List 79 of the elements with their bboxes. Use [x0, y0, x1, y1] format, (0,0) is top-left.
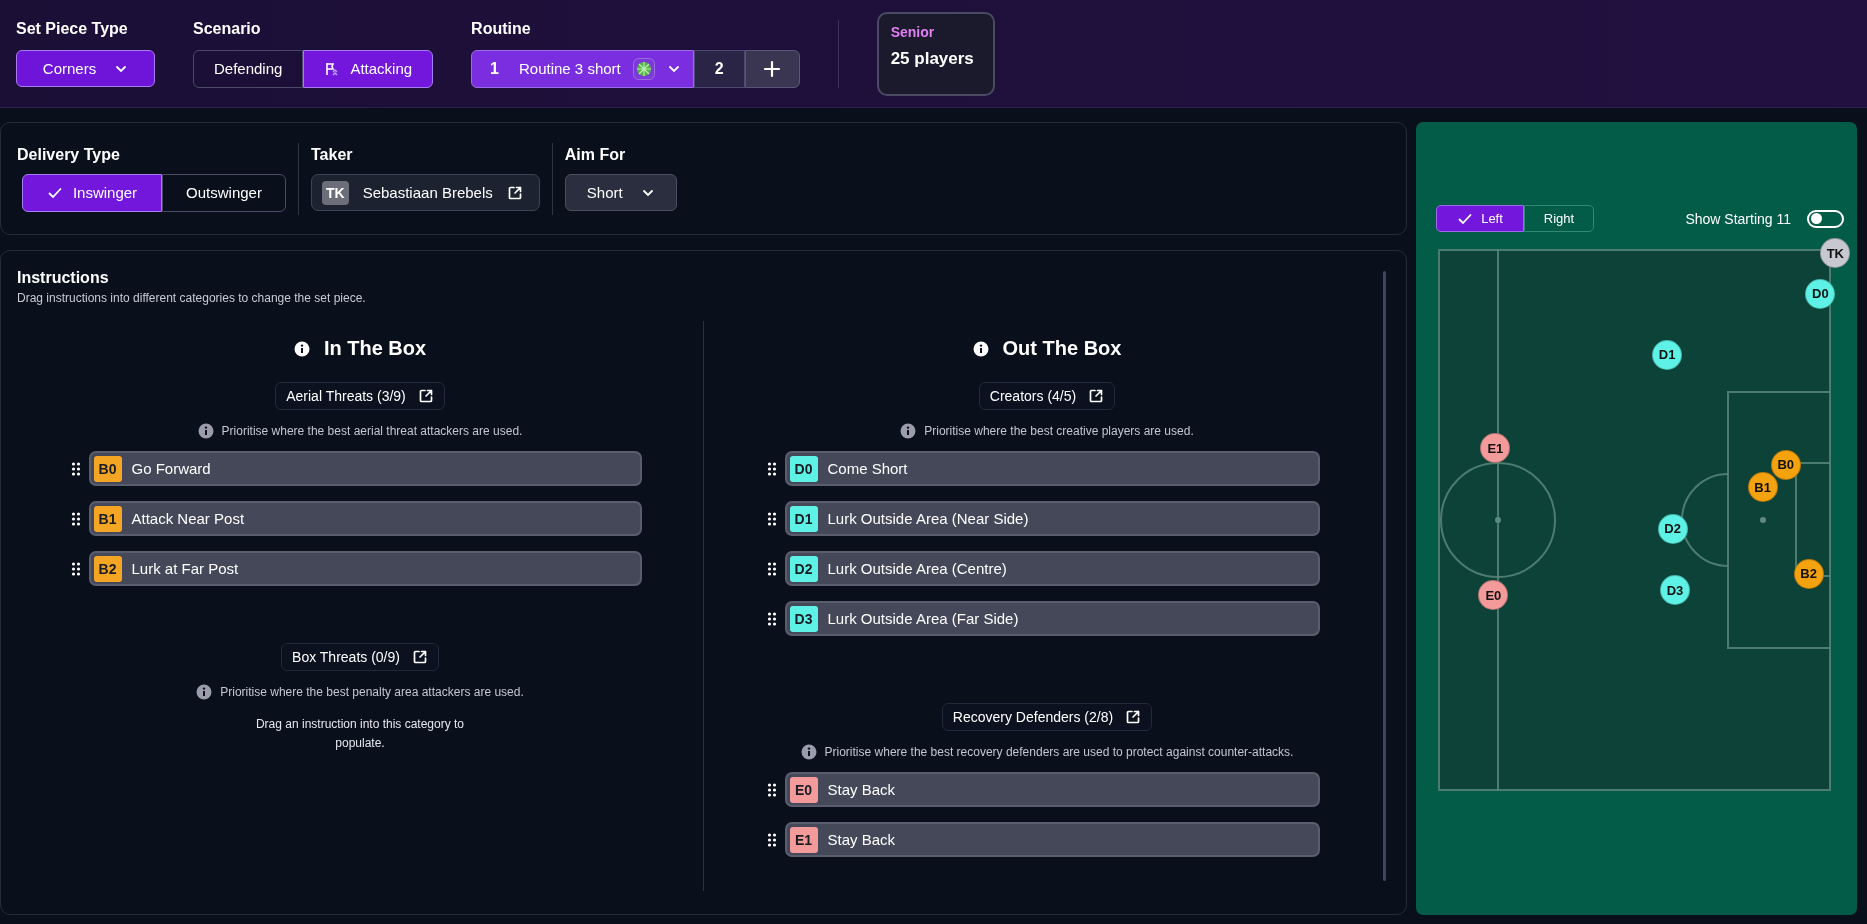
delivery-type-tab[interactable]: Outswinger: [162, 173, 286, 212]
info-icon: [972, 340, 989, 357]
instruction-item[interactable]: E1 Stay Back: [784, 822, 1320, 857]
instruction-item[interactable]: D0 Come Short: [784, 451, 1320, 486]
player-marker[interactable]: TK: [1820, 238, 1851, 269]
category-button[interactable]: Recovery Defenders (2/8): [941, 703, 1153, 731]
section-subtitle: Drag instructions into different categories to change the set piece.: [17, 291, 367, 305]
routine-tab[interactable]: 1 Routine 3 short: [471, 49, 694, 88]
column-title: Out The Box: [1002, 337, 1122, 360]
info-icon: [197, 423, 214, 439]
taker-field[interactable]: TK Sebastiaan Brebels: [311, 174, 540, 211]
drag-handle-icon: [766, 560, 777, 577]
player-tag: B2: [93, 555, 122, 582]
player-tag: B0: [93, 455, 122, 482]
external-link-icon: [1125, 709, 1142, 725]
squad-card[interactable]: Senior 25 players: [876, 11, 995, 96]
side-tab[interactable]: Right: [1524, 205, 1594, 232]
routine-tab[interactable]: 2: [693, 49, 745, 88]
instruction-item[interactable]: B1 Attack Near Post: [88, 501, 642, 536]
external-link-icon: [1088, 388, 1105, 404]
player-tag: E0: [789, 776, 818, 803]
category-button[interactable]: Box Threats (0/9): [281, 643, 439, 671]
player-tag: D3: [789, 605, 818, 632]
field-label: Taker: [311, 146, 354, 164]
field-label: Scenario: [193, 19, 262, 38]
scrollbar[interactable]: [1383, 271, 1386, 881]
instruction-item[interactable]: D2 Lurk Outside Area (Centre): [784, 551, 1320, 586]
scenario-tab[interactable]: Attacking: [303, 49, 434, 88]
instruction-item[interactable]: D1 Lurk Outside Area (Near Side): [784, 501, 1320, 536]
hint-text: Prioritise where the best aerial threat attackers are used.: [221, 424, 523, 438]
set-piece-dropdown[interactable]: Corners: [16, 50, 155, 87]
info-icon: [800, 744, 817, 760]
initials-badge: TK: [322, 180, 349, 205]
instruction-item[interactable]: B2 Lurk at Far Post: [88, 551, 642, 586]
field-label: Delivery Type: [17, 145, 121, 164]
drag-handle-icon: [70, 460, 81, 477]
external-link-icon: [411, 649, 428, 665]
section-title: Instructions: [17, 269, 110, 287]
empty-message: Drag an instruction into this category to populate.: [254, 716, 466, 752]
hint-text: Prioritise where the best creative players are used.: [924, 424, 1194, 438]
category-button[interactable]: Creators (4/5): [978, 382, 1116, 410]
squad-label: Senior: [890, 23, 936, 40]
player-tag: D1: [789, 505, 818, 532]
drag-handle-icon: [766, 610, 777, 627]
player-tag: D2: [789, 555, 818, 582]
player-tag: D0: [789, 455, 818, 482]
external-link-icon: [417, 388, 434, 404]
instruction-item[interactable]: E0 Stay Back: [784, 772, 1320, 807]
field-label: Routine: [471, 19, 532, 38]
aim-for-dropdown[interactable]: Short: [564, 174, 677, 211]
drag-handle-icon: [766, 831, 777, 848]
player-tag: E1: [789, 826, 818, 853]
drag-handle-icon: [766, 781, 777, 798]
drag-handle-icon: [766, 510, 777, 527]
hint-text: Prioritise where the best penalty area attackers are used.: [220, 685, 524, 699]
drag-handle-icon: [70, 560, 81, 577]
drag-handle-icon: [766, 460, 777, 477]
side-tab[interactable]: Left: [1436, 205, 1524, 232]
instruction-item[interactable]: B0 Go Forward: [88, 451, 642, 486]
toggle-label: Show Starting 11: [1685, 210, 1791, 227]
field-label: Set Piece Type: [16, 20, 129, 38]
pinwheel-icon: [632, 57, 655, 80]
drag-handle-icon: [70, 510, 81, 527]
plus-icon: [763, 59, 782, 78]
category-button[interactable]: Aerial Threats (3/9): [275, 382, 445, 410]
scenario-tab[interactable]: Defending: [193, 49, 304, 88]
field-label: Aim For: [564, 146, 627, 164]
hint-text: Prioritise where the best recovery defenders are used to protect against counter-attacks.: [824, 745, 1294, 759]
player-count: 25 players: [890, 48, 975, 69]
delivery-type-tab[interactable]: Inswinger: [22, 173, 162, 212]
info-icon: [196, 684, 213, 700]
external-link-icon: [506, 184, 523, 201]
info-icon: [293, 340, 310, 357]
toggle-switch[interactable]: [1807, 209, 1844, 228]
player-tag: B1: [93, 505, 122, 532]
info-icon: [900, 423, 917, 439]
add-routine-button[interactable]: [744, 49, 800, 88]
column-title: In The Box: [323, 337, 427, 360]
instruction-item[interactable]: D3 Lurk Outside Area (Far Side): [784, 601, 1320, 636]
